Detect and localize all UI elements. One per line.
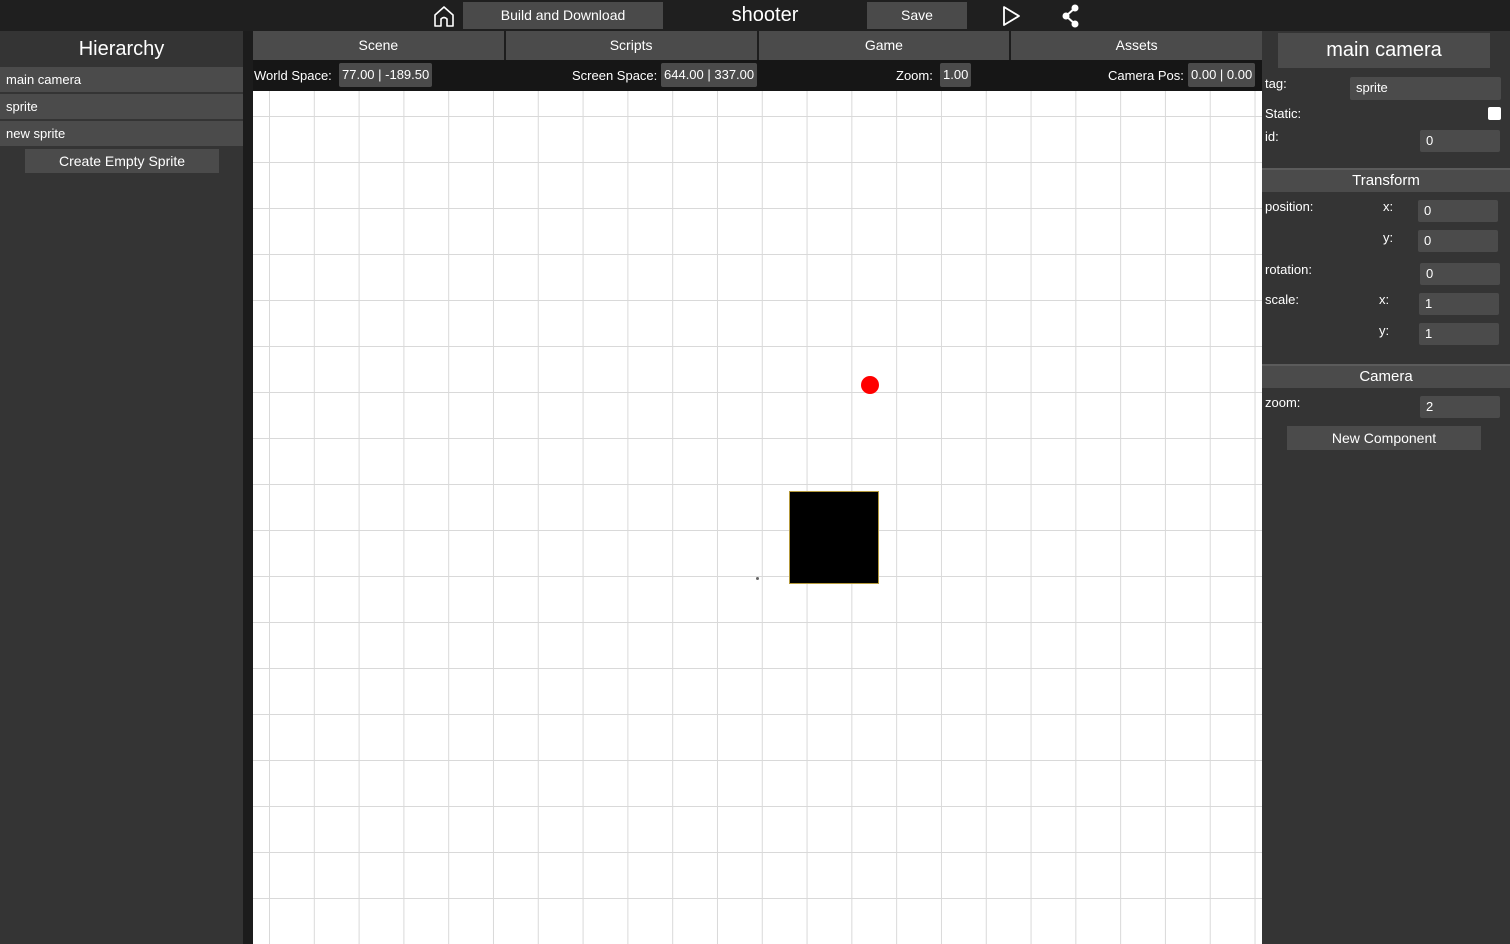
tab-scene[interactable]: Scene: [253, 31, 504, 60]
id-field[interactable]: 0: [1420, 130, 1500, 152]
zoom-value: 1.00: [940, 63, 972, 87]
screen-space-label: Screen Space:: [572, 68, 658, 83]
screen-space-value: 644.00 | 337.00: [661, 63, 758, 87]
top-toolbar: Build and Download shooter Save: [0, 0, 1510, 31]
zoom-label: Zoom:: [896, 68, 933, 83]
home-button[interactable]: [429, 2, 459, 29]
position-label: position:: [1265, 199, 1314, 214]
hierarchy-title: Hierarchy: [78, 38, 165, 60]
camera-section-header[interactable]: Camera: [1262, 364, 1510, 388]
static-checkbox[interactable]: [1488, 107, 1501, 120]
share-button[interactable]: [1056, 2, 1086, 29]
camera-pos-label: Camera Pos:: [1108, 68, 1184, 83]
position-y-field[interactable]: 0: [1418, 230, 1498, 252]
world-space-label: World Space:: [254, 68, 332, 83]
scene-canvas[interactable]: [253, 91, 1262, 944]
play-button[interactable]: [996, 2, 1026, 29]
home-icon: [434, 5, 454, 27]
inspector-panel: main camera tag: sprite Static: id: 0 Tr…: [1262, 31, 1510, 944]
share-icon: [1062, 4, 1079, 27]
static-label: Static:: [1265, 106, 1302, 121]
camera-marker[interactable]: [861, 376, 879, 394]
id-label: id:: [1265, 129, 1279, 144]
panel-divider[interactable]: [243, 31, 253, 944]
tag-label: tag:: [1265, 76, 1287, 91]
create-empty-sprite-button[interactable]: Create Empty Sprite: [25, 149, 219, 173]
object-name-field[interactable]: main camera: [1278, 33, 1490, 68]
tab-assets[interactable]: Assets: [1011, 31, 1262, 60]
project-title: shooter: [731, 4, 799, 26]
hierarchy-panel: Hierarchy main camera sprite new sprite …: [0, 31, 243, 944]
new-component-button[interactable]: New Component: [1287, 426, 1481, 450]
hierarchy-item-main-camera[interactable]: main camera: [0, 67, 243, 92]
scale-label: scale:: [1265, 292, 1299, 307]
position-y-label: y:: [1383, 230, 1394, 245]
scale-x-label: x:: [1379, 292, 1390, 307]
play-icon: [1003, 5, 1020, 26]
build-and-download-button[interactable]: Build and Download: [463, 2, 663, 29]
rotation-field[interactable]: 0: [1420, 263, 1500, 285]
position-x-label: x:: [1383, 199, 1394, 214]
scale-y-field[interactable]: 1: [1419, 323, 1499, 345]
world-origin-marker: [756, 577, 759, 580]
transform-section-header[interactable]: Transform: [1262, 168, 1510, 192]
hierarchy-item-new-sprite[interactable]: new sprite: [0, 121, 243, 146]
zoom-label: zoom:: [1265, 395, 1301, 410]
scale-y-label: y:: [1379, 323, 1390, 338]
tag-field[interactable]: sprite: [1350, 77, 1501, 100]
scale-x-field[interactable]: 1: [1419, 293, 1499, 315]
scene-info-bar: World Space: 77.00 | -189.50 Screen Spac…: [253, 60, 1262, 91]
rotation-label: rotation:: [1265, 262, 1312, 277]
position-x-field[interactable]: 0: [1418, 200, 1498, 222]
tab-scripts[interactable]: Scripts: [505, 31, 757, 60]
world-space-value: 77.00 | -189.50: [339, 63, 433, 87]
sprite-object[interactable]: [789, 491, 879, 584]
editor-tabs: Scene Scripts Game Assets: [253, 31, 1262, 60]
hierarchy-item-sprite[interactable]: sprite: [0, 94, 243, 119]
tab-game[interactable]: Game: [758, 31, 1010, 60]
camera-pos-value: 0.00 | 0.00: [1188, 63, 1256, 87]
save-button[interactable]: Save: [867, 2, 967, 29]
camera-zoom-field[interactable]: 2: [1420, 396, 1500, 418]
